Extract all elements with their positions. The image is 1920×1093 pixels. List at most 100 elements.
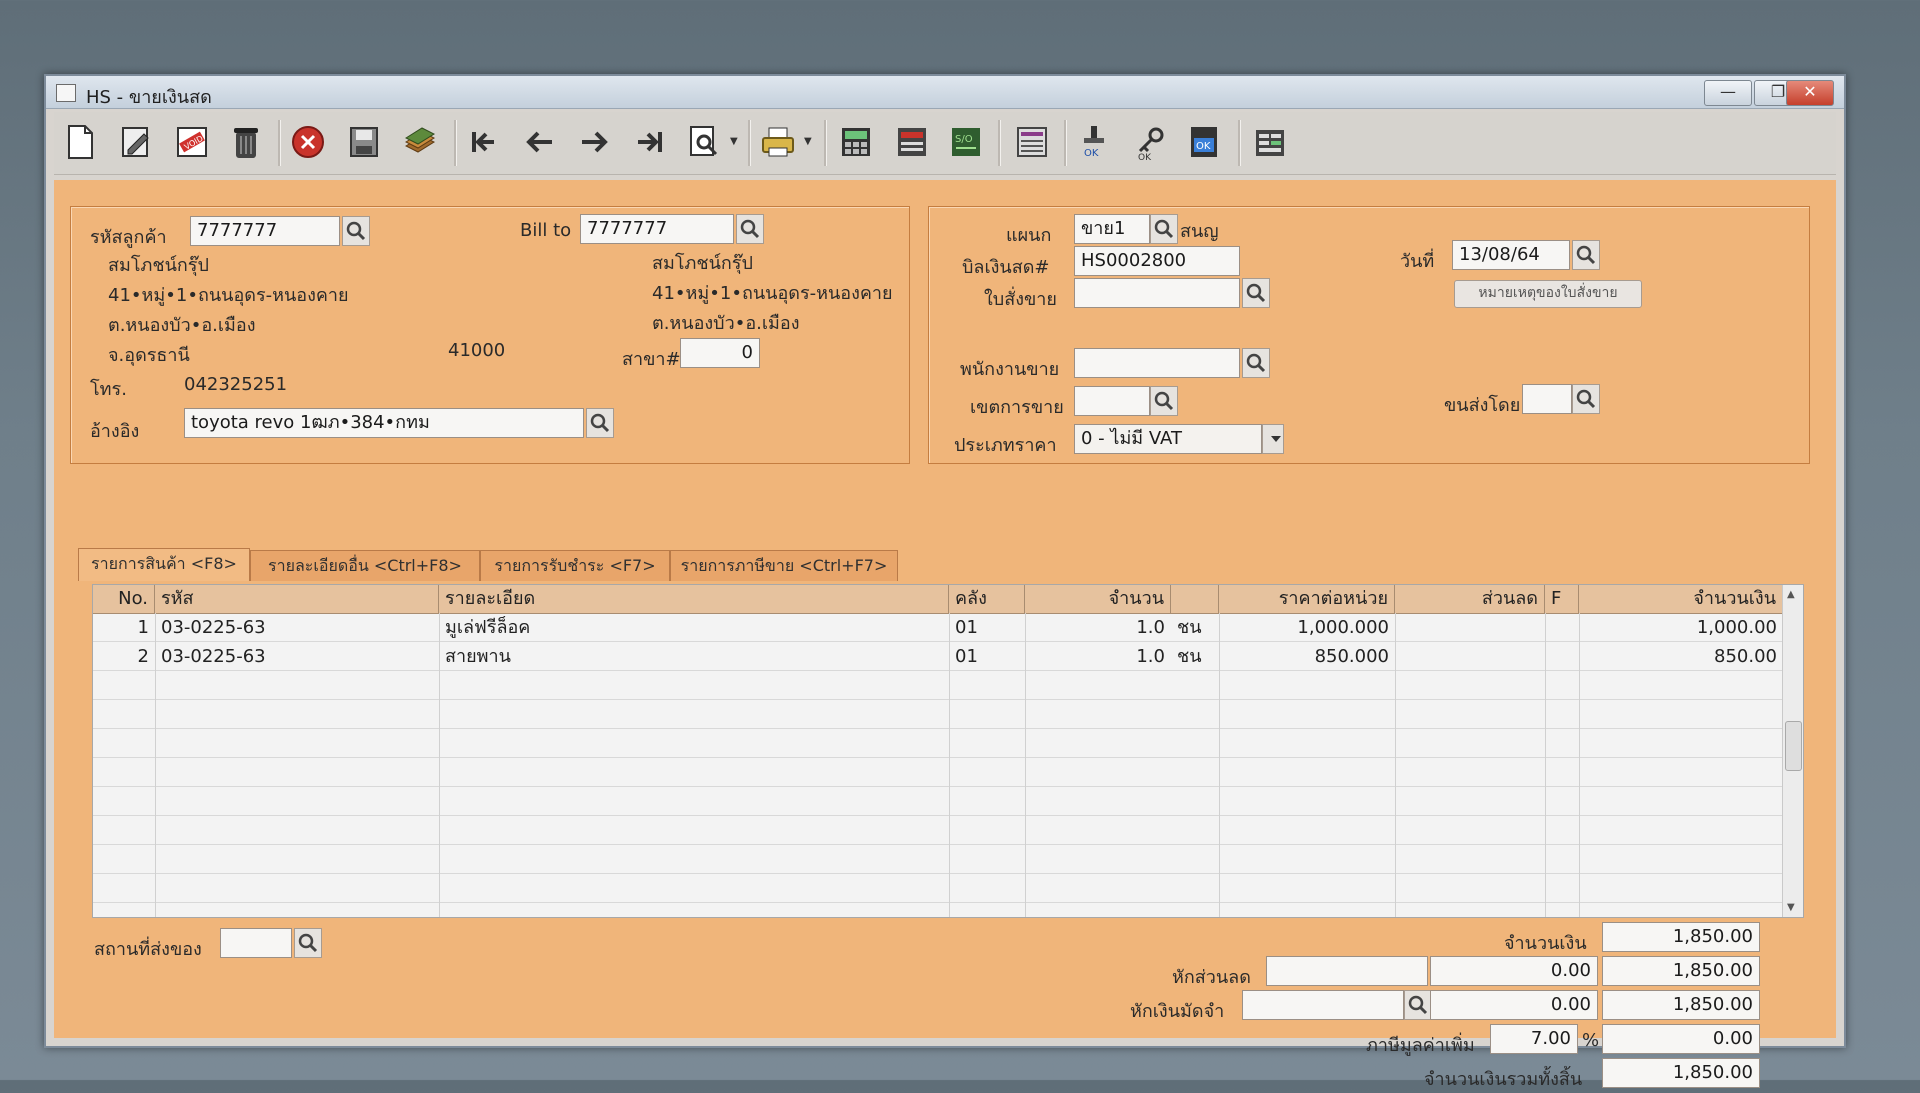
so-note-button[interactable]: หมายเหตุของใบสั่งขาย	[1454, 280, 1642, 308]
items-grid: No. รหัส รายละเอียด คลัง จำนวน ราคาต่อหน…	[92, 584, 1804, 918]
col-unit-price[interactable]: ราคาต่อหน่วย	[1219, 585, 1395, 613]
scroll-up-icon[interactable]: ▲	[1787, 589, 1795, 600]
bill-number-input[interactable]: HS0002800	[1074, 246, 1240, 276]
ship-by-input[interactable]	[1522, 384, 1572, 414]
deposit-search-icon[interactable]	[1404, 990, 1432, 1020]
delivery-place-input[interactable]	[220, 928, 292, 958]
approve-icon[interactable]: OK	[1074, 122, 1114, 162]
print-icon[interactable]	[758, 122, 798, 162]
scroll-thumb[interactable]	[1785, 721, 1802, 771]
last-record-icon[interactable]	[630, 122, 670, 162]
grid-scrollbar[interactable]: ▲ ▼	[1782, 585, 1803, 917]
ship-by-search-icon[interactable]	[1572, 384, 1600, 414]
salesman-label: พนักงานขาย	[960, 359, 1060, 380]
col-warehouse[interactable]: คลัง	[949, 585, 1025, 613]
customer-code-input[interactable]: 7777777	[190, 216, 340, 246]
salesman-search-icon[interactable]	[1242, 348, 1270, 378]
row-warehouse: 01	[955, 646, 978, 667]
sales-area-input[interactable]	[1074, 386, 1150, 416]
so-icon[interactable]: S/O	[946, 122, 986, 162]
price-type-select[interactable]: 0 - ไม่มี VAT	[1074, 424, 1262, 454]
calculator-icon[interactable]	[836, 122, 876, 162]
department-input[interactable]: ขาย1	[1074, 214, 1150, 244]
row-warehouse: 01	[955, 617, 978, 638]
sales-order-search-icon[interactable]	[1242, 278, 1270, 308]
col-quantity[interactable]: จำนวน	[1025, 585, 1171, 613]
date-input[interactable]: 13/08/64	[1452, 240, 1570, 270]
row-unit: ชน	[1177, 617, 1202, 638]
reference-input[interactable]: toyota revo 1ฒภ•384•กทม	[184, 408, 584, 438]
branch-input[interactable]: 0	[680, 338, 760, 368]
row-quantity: 1.0	[1136, 617, 1165, 638]
department-name: สนญ	[1180, 221, 1219, 242]
reference-search-icon[interactable]	[586, 408, 614, 438]
row-unit-price: 1,000.000	[1297, 617, 1389, 638]
billto-name: สมโภชน์กรุ๊ป	[652, 253, 753, 274]
save-icon[interactable]	[344, 122, 384, 162]
row-discount	[1395, 613, 1545, 642]
department-label: แผนก	[1006, 225, 1052, 246]
find-dropdown-icon[interactable]: ▼	[730, 136, 740, 148]
customer-province: จ.อุดรธานี	[108, 345, 190, 366]
col-discount[interactable]: ส่วนลด	[1395, 585, 1545, 613]
previous-record-icon[interactable]	[520, 122, 560, 162]
key-icon[interactable]: OK	[1130, 122, 1170, 163]
vat-rate-input[interactable]: 7.00	[1490, 1024, 1578, 1054]
tab-items[interactable]: รายการสินค้า <F8>	[78, 548, 250, 581]
deposit-text-input[interactable]	[1242, 990, 1404, 1020]
table-icon[interactable]	[1250, 122, 1290, 162]
billto-code-input[interactable]: 7777777	[580, 214, 734, 244]
customer-search-icon[interactable]	[342, 216, 370, 246]
col-description[interactable]: รายละเอียด	[439, 585, 949, 613]
deposit-value-input[interactable]: 0.00	[1430, 990, 1598, 1020]
sales-order-input[interactable]	[1074, 278, 1240, 308]
scroll-down-icon[interactable]: ▼	[1787, 902, 1795, 913]
reference-label: อ้างอิง	[90, 421, 140, 442]
billto-address-2: ต.หนองบัว•อ.เมือง	[652, 313, 800, 334]
customer-address-1: 41•หมู่•1•ถนนอุดร-หนองคาย	[108, 285, 349, 306]
close-button[interactable]: ✕	[1786, 80, 1834, 106]
col-unit[interactable]	[1171, 585, 1219, 613]
table-row[interactable]: 1 03-0225-63 มูเล่ฟรีล็อค 01 1.0 ชน 1,00…	[93, 613, 1783, 642]
chevron-down-icon[interactable]	[1262, 424, 1284, 454]
tab-sales-tax[interactable]: รายการภาษีขาย <Ctrl+F7>	[670, 550, 898, 581]
customer-address-2: ต.หนองบัว•อ.เมือง	[108, 315, 256, 336]
ok-icon[interactable]: OK	[1184, 122, 1224, 162]
find-icon[interactable]	[684, 122, 724, 162]
col-amount[interactable]: จำนวนเงิน	[1579, 585, 1783, 613]
phone-value: 042325251	[184, 374, 288, 395]
discount-value-input[interactable]: 0.00	[1430, 956, 1598, 986]
next-record-icon[interactable]	[574, 122, 614, 162]
first-record-icon[interactable]	[464, 122, 504, 162]
date-picker-icon[interactable]	[1572, 240, 1600, 270]
grand-total-value: 1,850.00	[1602, 1058, 1760, 1088]
edit-icon[interactable]	[116, 122, 156, 162]
salesman-input[interactable]	[1074, 348, 1240, 378]
document-group	[928, 206, 1810, 464]
row-amount: 1,000.00	[1696, 617, 1777, 638]
void-icon[interactable]: VOID	[172, 122, 212, 162]
delivery-place-search-icon[interactable]	[294, 928, 322, 958]
phone-label: โทร.	[90, 379, 127, 400]
col-code[interactable]: รหัส	[155, 585, 439, 613]
billto-search-icon[interactable]	[736, 214, 764, 244]
department-search-icon[interactable]	[1150, 214, 1178, 244]
row-amount: 850.00	[1714, 646, 1777, 667]
new-document-icon[interactable]	[60, 122, 100, 162]
tab-payments[interactable]: รายการรับชำระ <F7>	[480, 550, 670, 581]
row-flag	[1545, 613, 1579, 642]
minimize-button[interactable]: —	[1704, 80, 1752, 106]
tab-other-details[interactable]: รายละเอียดอื่น <Ctrl+F8>	[250, 550, 480, 581]
stamp-icon[interactable]	[892, 122, 932, 162]
cancel-icon[interactable]	[288, 122, 328, 162]
trash-icon[interactable]	[226, 122, 266, 162]
col-no[interactable]: No.	[93, 585, 155, 613]
print-dropdown-icon[interactable]: ▼	[804, 136, 814, 148]
sales-area-search-icon[interactable]	[1150, 386, 1178, 416]
discount-text-input[interactable]	[1266, 956, 1428, 986]
books-icon[interactable]	[400, 122, 440, 162]
form-icon[interactable]	[1012, 122, 1052, 162]
billto-address-1: 41•หมู่•1•ถนนอุดร-หนองคาย	[652, 283, 893, 304]
col-flag[interactable]: F	[1545, 585, 1579, 613]
table-row[interactable]: 2 03-0225-63 สายพาน 01 1.0 ชน 850.000 85…	[93, 642, 1783, 671]
